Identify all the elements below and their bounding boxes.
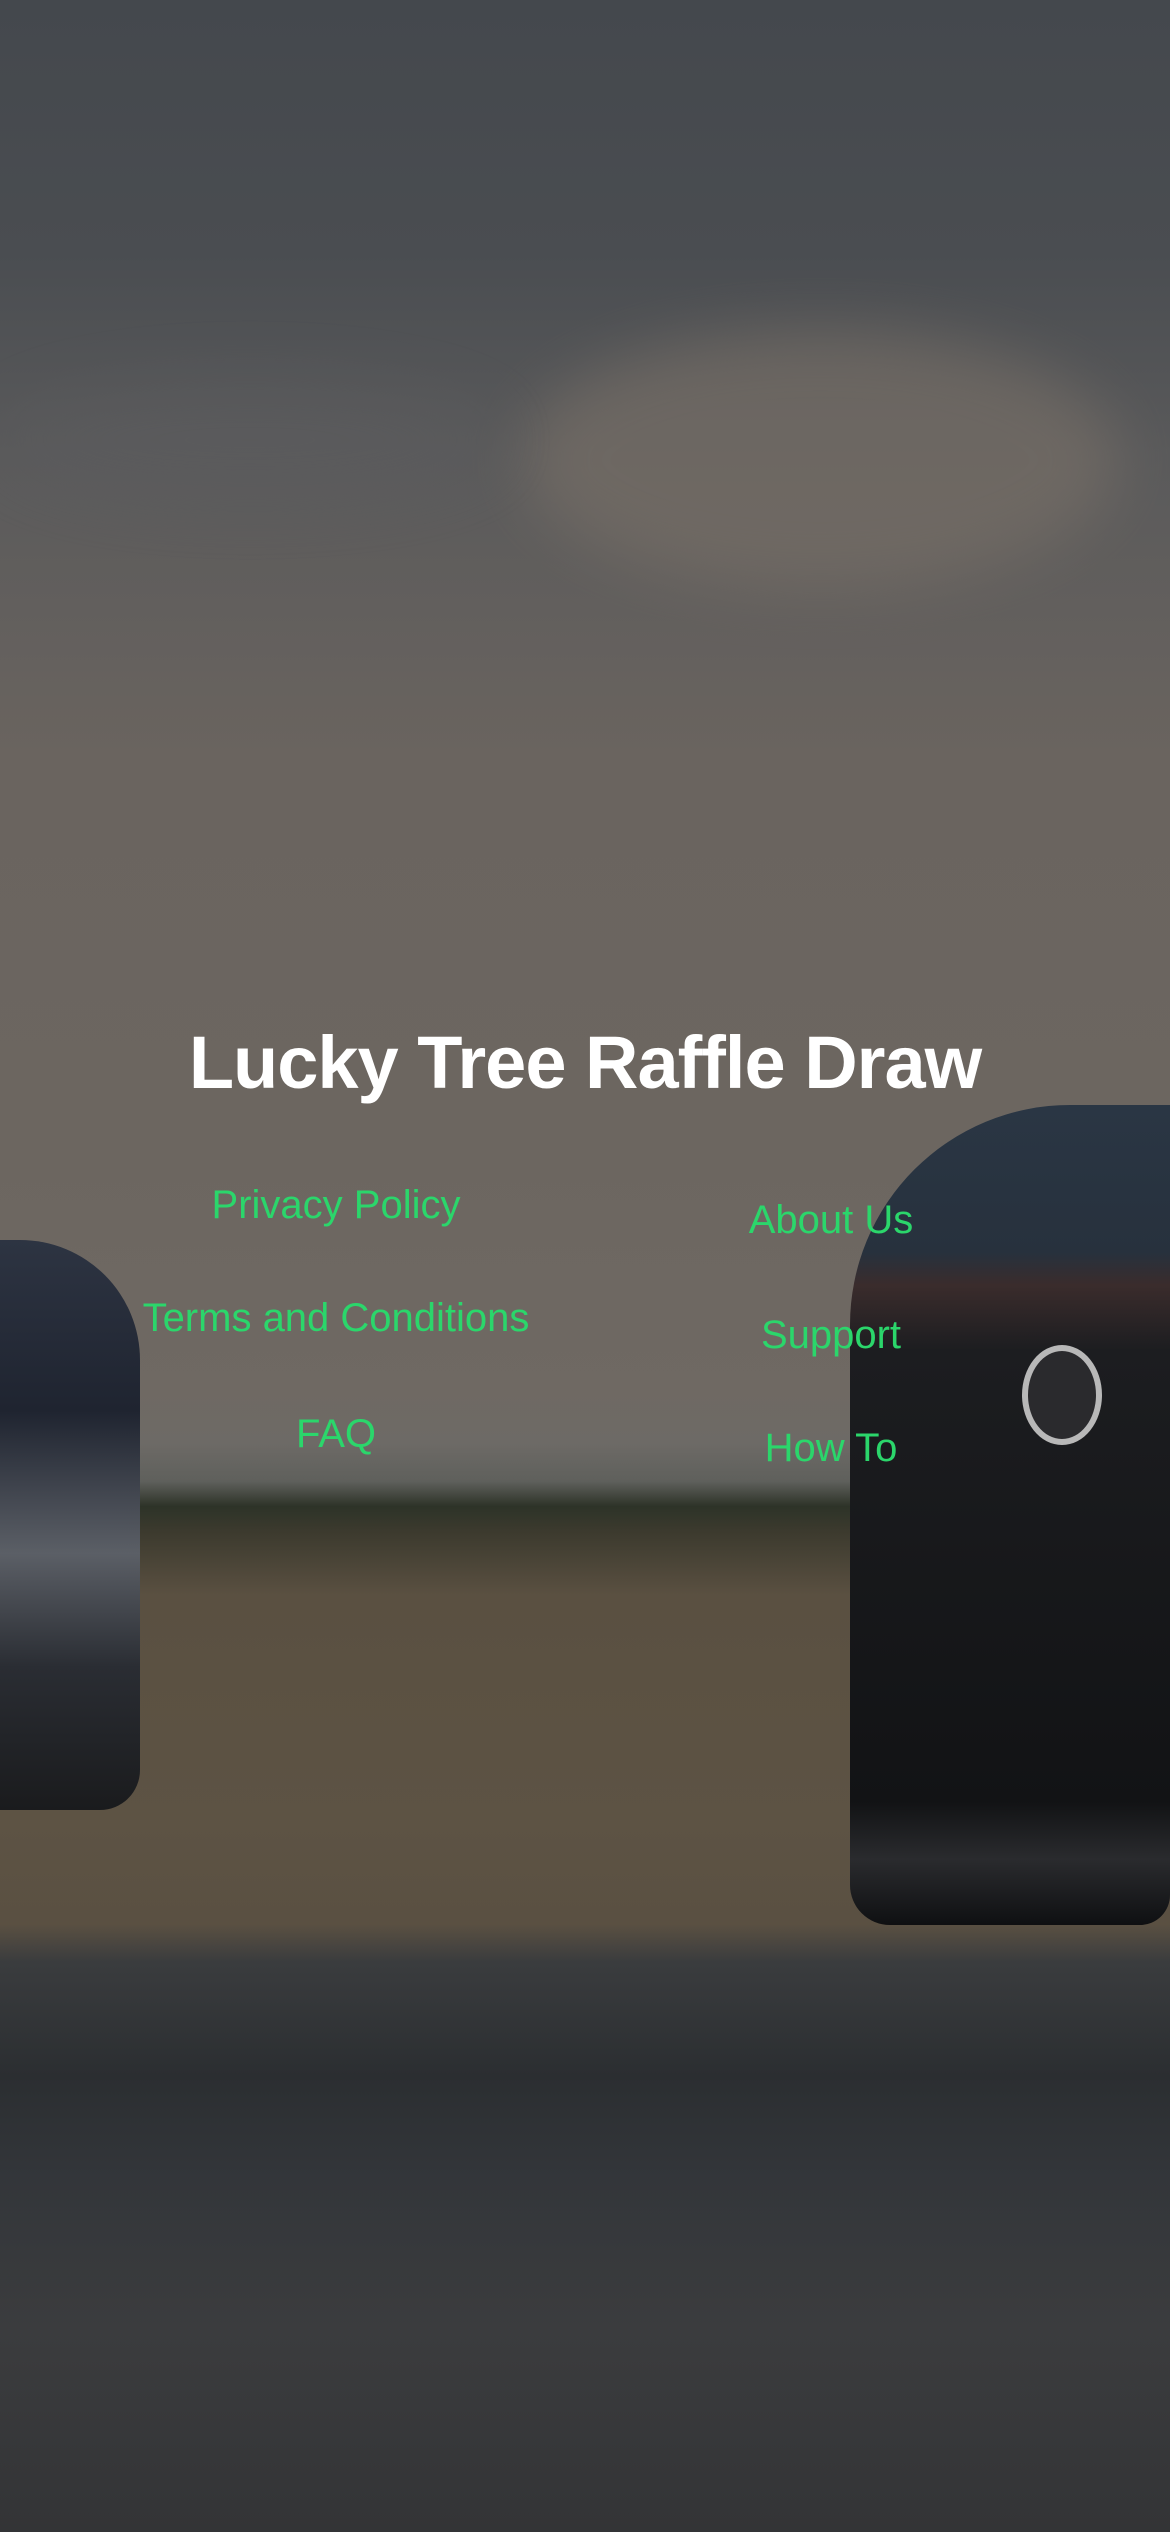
site-title: Lucky Tree Raffle Draw (188, 1021, 982, 1104)
how-to-link[interactable]: How To (581, 1426, 1081, 1471)
about-us-link[interactable]: About Us (581, 1198, 1081, 1243)
cloud (520, 330, 1120, 590)
privacy-policy-link[interactable]: Privacy Policy (86, 1183, 586, 1228)
faq-link[interactable]: FAQ (86, 1412, 586, 1457)
cloud (0, 380, 500, 500)
terms-and-conditions-link[interactable]: Terms and Conditions (86, 1296, 586, 1341)
support-link[interactable]: Support (581, 1313, 1081, 1358)
